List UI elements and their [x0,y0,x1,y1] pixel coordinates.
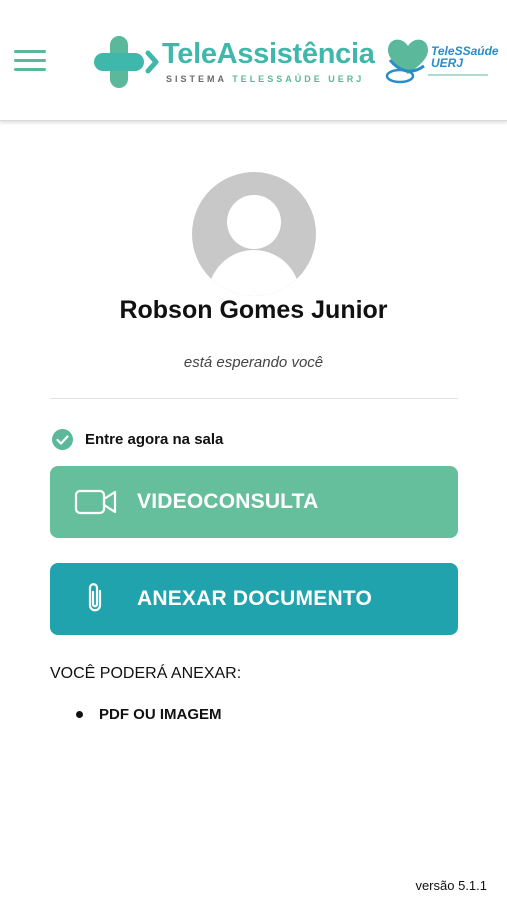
enter-room-row: Entre agora na sala [52,427,223,451]
anexar-documento-button[interactable]: ANEXAR DOCUMENTO [50,563,458,635]
logo-title: TeleAssistência [162,38,375,70]
videoconsulta-label: VIDEOCONSULTA [137,490,319,513]
app-header: TeleAssistência SISTEMA TELESSAÚDE UERJ … [0,0,507,121]
video-camera-icon [74,489,117,515]
logo-subtitle: SISTEMA TELESSAÚDE UERJ [166,74,365,84]
videoconsulta-button[interactable]: VIDEOCONSULTA [50,466,458,538]
list-item: PDF OU IMAGEM [76,706,222,723]
check-circle-icon [52,428,73,450]
doctor-name: Robson Gomes Junior [119,296,388,324]
teleassistencia-logo: TeleAssistência SISTEMA TELESSAÚDE UERJ [94,34,375,92]
list-item-label: PDF OU IMAGEM [99,706,222,723]
enter-room-label: Entre agora na sala [85,430,224,448]
waiting-status: está esperando você [183,354,324,371]
attachments-list: PDF OU IMAGEM [76,706,222,723]
app-version: versão 5.1.1 [415,878,487,893]
anexar-documento-label: ANEXAR DOCUMENTO [137,587,372,610]
cross-logo-icon [94,36,159,88]
attachments-heading: VOCÊ PODERÁ ANEXAR: [50,665,242,682]
bullet-icon [76,711,83,718]
hamburger-menu-button[interactable] [14,50,46,72]
divider [50,398,458,399]
telessaude-uerj-logo: TeleSSaúde UERJ [384,34,499,86]
telessaude-text: TeleSSaúde UERJ [431,44,499,70]
user-avatar-icon [192,172,316,296]
paperclip-icon [88,583,102,612]
